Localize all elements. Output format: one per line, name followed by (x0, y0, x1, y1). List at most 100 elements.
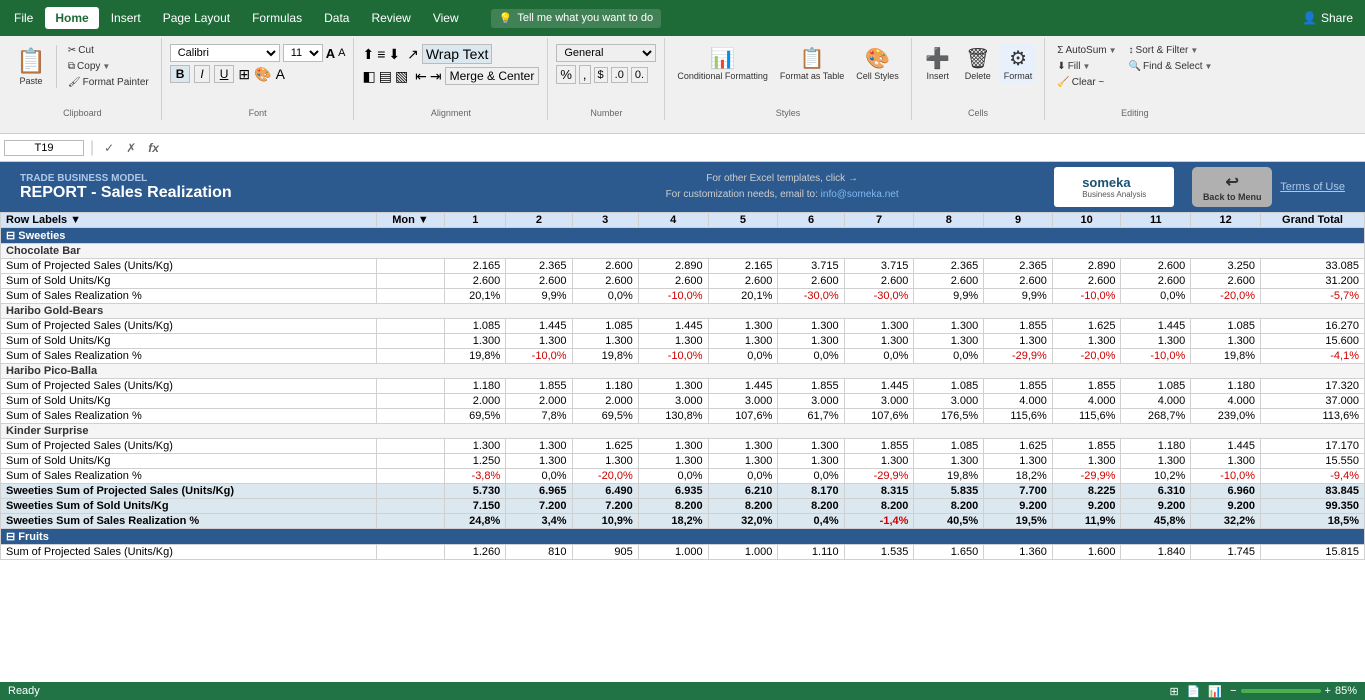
cell-16-11[interactable]: -10,0% (1191, 469, 1261, 484)
zoom-in-button[interactable]: + (1325, 685, 1331, 697)
cell-10-0[interactable]: 1.180 (445, 379, 506, 394)
cell-14-1[interactable]: 1.300 (506, 439, 572, 454)
tell-me-box[interactable]: 💡 Tell me what you want to do (491, 9, 661, 28)
cell-18-2[interactable]: 7.200 (572, 499, 638, 514)
name-box[interactable] (4, 140, 84, 156)
cell-6-9[interactable]: 1.625 (1052, 319, 1121, 334)
cell-16-6[interactable]: -29,9% (844, 469, 914, 484)
email-link[interactable]: info@someka.net (821, 189, 899, 200)
cell-10-8[interactable]: 1.855 (984, 379, 1053, 394)
cell-6-6[interactable]: 1.300 (844, 319, 914, 334)
decrease-font-button[interactable]: A (338, 47, 345, 59)
cell-6-5[interactable]: 1.300 (778, 319, 844, 334)
cell-3-3[interactable]: 2.600 (638, 274, 708, 289)
align-center-button[interactable]: ▤ (379, 68, 392, 85)
cell-15-10[interactable]: 1.300 (1121, 454, 1191, 469)
cell-19-6[interactable]: -1,4% (844, 514, 914, 529)
cell-4-11[interactable]: -20,0% (1191, 289, 1261, 304)
mon-filter[interactable]: Mon ▼ (392, 214, 429, 226)
cell-10-4[interactable]: 1.445 (708, 379, 778, 394)
cell-2-4[interactable]: 2.165 (708, 259, 778, 274)
cell-3-0[interactable]: 2.600 (445, 274, 506, 289)
cell-21-2[interactable]: 905 (572, 545, 638, 560)
cell-16-2[interactable]: -20,0% (572, 469, 638, 484)
formula-input[interactable] (167, 141, 1361, 155)
cell-6-7[interactable]: 1.300 (914, 319, 984, 334)
cell-19-12[interactable]: 18,5% (1261, 514, 1365, 529)
cell-21-0[interactable]: 1.260 (445, 545, 506, 560)
cell-10-12[interactable]: 17.320 (1261, 379, 1365, 394)
cut-button[interactable]: ✂ Cut (64, 44, 153, 57)
cell-21-5[interactable]: 1.110 (778, 545, 844, 560)
cell-15-11[interactable]: 1.300 (1191, 454, 1261, 469)
cell-16-0[interactable]: -3,8% (445, 469, 506, 484)
cell-18-10[interactable]: 9.200 (1121, 499, 1191, 514)
cell-4-9[interactable]: -10,0% (1052, 289, 1121, 304)
delete-button[interactable]: 🗑 Delete (960, 44, 996, 83)
cell-12-8[interactable]: 115,6% (984, 409, 1053, 424)
cell-12-2[interactable]: 69,5% (572, 409, 638, 424)
cell-3-9[interactable]: 2.600 (1052, 274, 1121, 289)
cell-14-0[interactable]: 1.300 (445, 439, 506, 454)
cell-4-3[interactable]: -10,0% (638, 289, 708, 304)
italic-button[interactable]: I (194, 65, 209, 83)
cell-17-1[interactable]: 6.965 (506, 484, 572, 499)
cell-11-10[interactable]: 4.000 (1121, 394, 1191, 409)
cell-6-4[interactable]: 1.300 (708, 319, 778, 334)
wrap-text-button[interactable]: Wrap Text (422, 44, 493, 64)
cell-12-10[interactable]: 268,7% (1121, 409, 1191, 424)
cell-14-3[interactable]: 1.300 (638, 439, 708, 454)
cell-15-8[interactable]: 1.300 (984, 454, 1053, 469)
cell-14-6[interactable]: 1.855 (844, 439, 914, 454)
cell-17-12[interactable]: 83.845 (1261, 484, 1365, 499)
cell-6-12[interactable]: 16.270 (1261, 319, 1365, 334)
align-bottom-button[interactable]: ⬇ (388, 46, 400, 63)
cell-11-6[interactable]: 3.000 (844, 394, 914, 409)
cell-19-7[interactable]: 40,5% (914, 514, 984, 529)
cell-3-5[interactable]: 2.600 (778, 274, 844, 289)
menu-view[interactable]: View (423, 7, 469, 29)
cell-12-6[interactable]: 107,6% (844, 409, 914, 424)
cell-3-7[interactable]: 2.600 (914, 274, 984, 289)
cell-6-3[interactable]: 1.445 (638, 319, 708, 334)
share-button[interactable]: 👤 Share (1294, 8, 1361, 28)
cell-16-7[interactable]: 19,8% (914, 469, 984, 484)
cell-19-9[interactable]: 11,9% (1052, 514, 1121, 529)
cell-15-12[interactable]: 15.550 (1261, 454, 1365, 469)
cell-8-1[interactable]: -10,0% (506, 349, 572, 364)
cell-12-9[interactable]: 115,6% (1052, 409, 1121, 424)
cell-21-10[interactable]: 1.840 (1121, 545, 1191, 560)
autosum-button[interactable]: Σ AutoSum ▼ (1053, 44, 1120, 57)
cell-19-8[interactable]: 19,5% (984, 514, 1053, 529)
cell-3-11[interactable]: 2.600 (1191, 274, 1261, 289)
cell-16-3[interactable]: 0,0% (638, 469, 708, 484)
cell-8-10[interactable]: -10,0% (1121, 349, 1191, 364)
comma-button[interactable]: , (579, 65, 591, 84)
align-right-button[interactable]: ▧ (395, 68, 408, 85)
cell-7-5[interactable]: 1.300 (778, 334, 844, 349)
cell-4-5[interactable]: -30,0% (778, 289, 844, 304)
cell-10-5[interactable]: 1.855 (778, 379, 844, 394)
cell-12-7[interactable]: 176,5% (914, 409, 984, 424)
menu-file[interactable]: File (4, 7, 43, 29)
cell-2-6[interactable]: 3.715 (844, 259, 914, 274)
cell-21-11[interactable]: 1.745 (1191, 545, 1261, 560)
cell-19-10[interactable]: 45,8% (1121, 514, 1191, 529)
cell-2-1[interactable]: 2.365 (506, 259, 572, 274)
page-break-view-icon[interactable]: 📊 (1208, 685, 1222, 698)
row-labels-filter[interactable]: Row Labels ▼ (6, 214, 81, 226)
cell-6-1[interactable]: 1.445 (506, 319, 572, 334)
cell-4-0[interactable]: 20,1% (445, 289, 506, 304)
cell-18-9[interactable]: 9.200 (1052, 499, 1121, 514)
cell-14-4[interactable]: 1.300 (708, 439, 778, 454)
cell-19-0[interactable]: 24,8% (445, 514, 506, 529)
cell-11-4[interactable]: 3.000 (708, 394, 778, 409)
cell-14-12[interactable]: 17.170 (1261, 439, 1365, 454)
cell-7-0[interactable]: 1.300 (445, 334, 506, 349)
cell-21-12[interactable]: 15.815 (1261, 545, 1365, 560)
fill-button[interactable]: ⬇ Fill ▼ (1053, 60, 1120, 73)
cell-15-0[interactable]: 1.250 (445, 454, 506, 469)
cell-12-3[interactable]: 130,8% (638, 409, 708, 424)
cell-15-3[interactable]: 1.300 (638, 454, 708, 469)
cell-7-3[interactable]: 1.300 (638, 334, 708, 349)
